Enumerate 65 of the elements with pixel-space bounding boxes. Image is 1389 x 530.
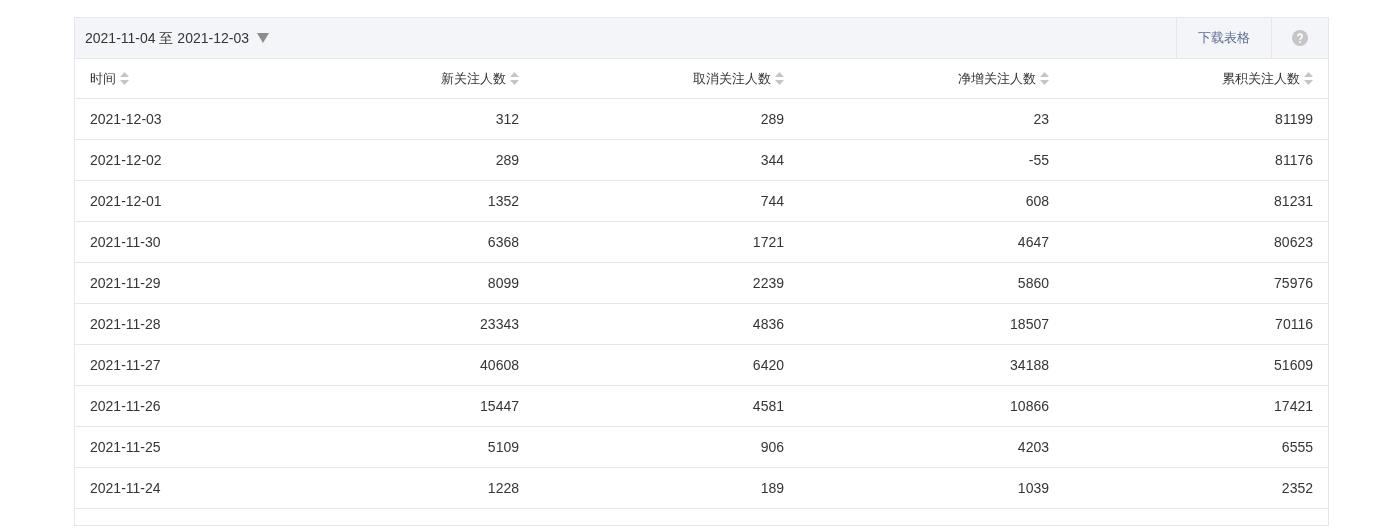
table-cell-text: 81176	[1275, 150, 1313, 170]
table-cell-text: -55	[1028, 150, 1049, 170]
table-cell-text: 5109	[487, 437, 519, 457]
column-header[interactable]: 新关注人数	[441, 68, 519, 89]
sort-icon	[510, 72, 519, 85]
table-cell-text: 189	[760, 478, 784, 498]
table-cell-text: 5860	[1017, 273, 1049, 293]
table-cell-text: 1721	[752, 232, 784, 252]
table-cell-text: 2021-11-24	[90, 478, 161, 498]
table-cell-text: 10866	[1010, 396, 1049, 416]
table-cell-text: 81231	[1274, 191, 1313, 211]
sort-icon	[1040, 72, 1049, 85]
table-cell-text: 75976	[1274, 273, 1313, 293]
caret-icon	[256, 33, 269, 43]
table-cell-text: 2021-12-02	[90, 150, 162, 170]
table-cell-text: 608	[1025, 191, 1049, 211]
table-cell-text: 2021-12-01	[90, 191, 162, 211]
table-cell-text: 1352	[487, 191, 519, 211]
column-header[interactable]: 时间	[90, 68, 129, 89]
table-cell-text: 34188	[1010, 355, 1049, 375]
table-cell-text: 2352	[1281, 478, 1313, 498]
table-cell-text: 906	[760, 437, 784, 457]
table-cell-text: 312	[495, 109, 519, 129]
column-header[interactable]: 取消关注人数	[693, 68, 784, 89]
table-cell-text: 40608	[480, 355, 519, 375]
table-cell-text: 51609	[1274, 355, 1313, 375]
table-cell-text: 18507	[1010, 314, 1049, 334]
column-header[interactable]: 累积关注人数	[1222, 68, 1313, 89]
table-cell-text: 6368	[487, 232, 519, 252]
table-cell-text: 70116	[1275, 314, 1313, 334]
table-cell-text: 17421	[1274, 396, 1313, 416]
table-cell-text: 2021-11-28	[90, 314, 161, 334]
sort-icon	[1304, 72, 1313, 85]
sort-icon	[120, 72, 129, 85]
date-range-dropdown[interactable]: 2021-11-04 至 2021-12-03	[75, 18, 269, 58]
table-cell-text: 1228	[487, 478, 519, 498]
table-cell-text: 1039	[1017, 478, 1049, 498]
table-cell-text: 289	[760, 109, 784, 129]
table-cell-text: 744	[760, 191, 784, 211]
table-cell-text: 4581	[752, 396, 784, 416]
table-cell-text: 15447	[480, 396, 519, 416]
table-cell-text: 289	[495, 150, 519, 170]
sort-icon	[775, 72, 784, 85]
table-cell-text: 4836	[752, 314, 784, 334]
date-range-text: 2021-11-04 至 2021-12-03	[85, 28, 249, 48]
table-cell-text: 2021-11-26	[90, 396, 161, 416]
table-cell-text: 4647	[1017, 232, 1049, 252]
table-cell-text: 23	[1033, 109, 1049, 129]
table-cell-text: 2021-11-29	[90, 273, 161, 293]
table-cell-text: 2239	[752, 273, 784, 293]
table-cell-text: 344	[760, 150, 784, 170]
table-cell-text: 4203	[1017, 437, 1049, 457]
table-cell-text: 80623	[1274, 232, 1313, 252]
table-cell-text: 6555	[1281, 437, 1313, 457]
table-cell-text: 2021-11-25	[90, 437, 161, 457]
table-cell-text: 6420	[752, 355, 784, 375]
table-cell-text: 81199	[1275, 109, 1313, 129]
table-cell-text: 2021-11-27	[90, 355, 161, 375]
table-cell-text: 2021-11-30	[90, 232, 161, 252]
help-icon	[1292, 30, 1308, 46]
column-header[interactable]: 净增关注人数	[958, 68, 1049, 89]
table-cell-text: 2021-12-03	[90, 109, 162, 129]
download-button[interactable]: 下载表格	[1176, 18, 1271, 58]
table-cell-text: 8099	[487, 273, 519, 293]
table-cell-text: 23343	[480, 314, 519, 334]
